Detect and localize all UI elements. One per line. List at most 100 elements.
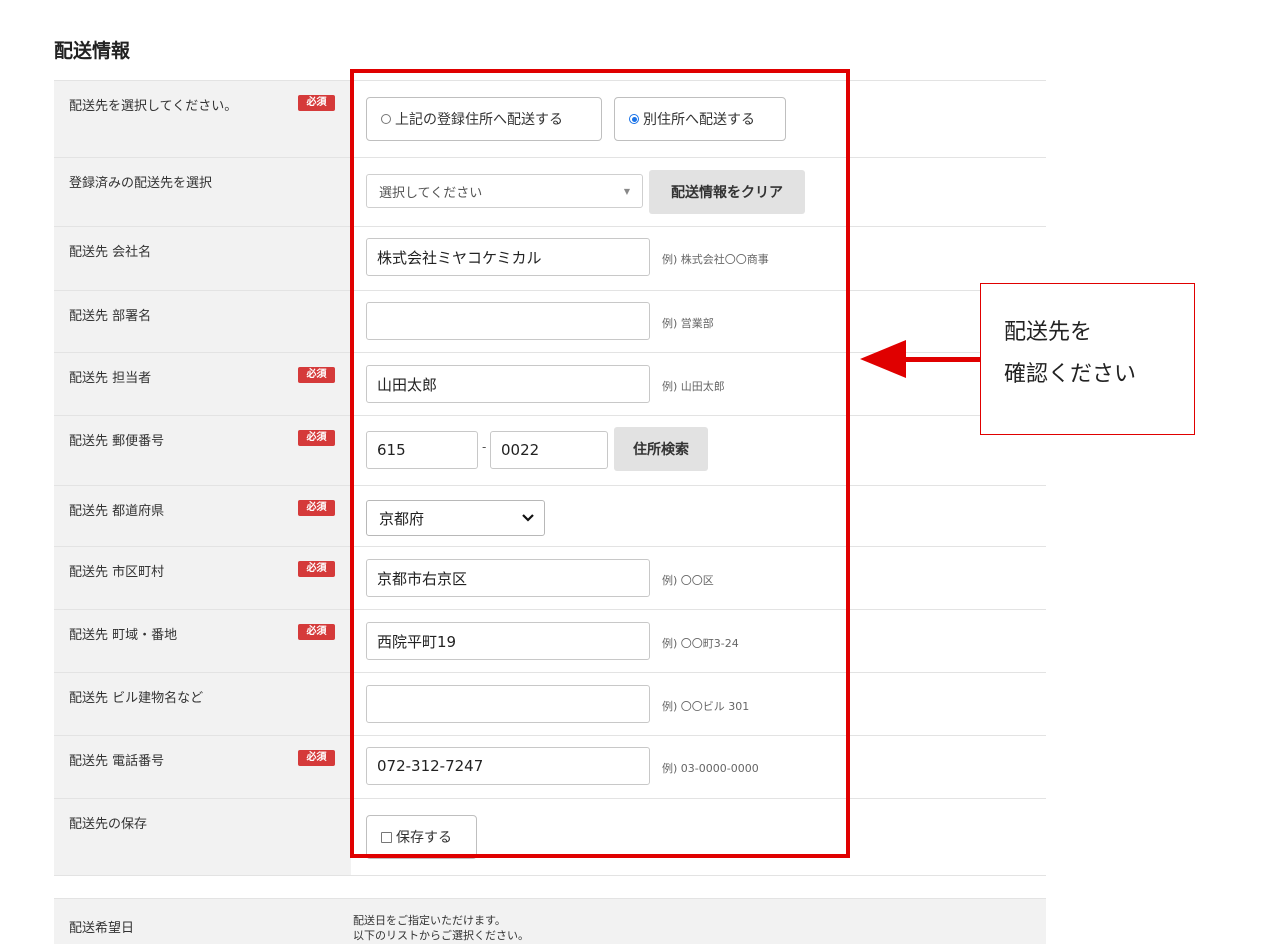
label-cell: 配送先 郵便番号 必須 <box>54 416 351 485</box>
row-prefecture: 配送先 都道府県 必須 京都府 <box>54 485 1046 546</box>
input-cell: 例) 〇〇区 <box>351 547 1046 609</box>
input-cell: 保存する <box>351 799 1046 875</box>
row-building: 配送先 ビル建物名など 例) 〇〇ビル 301 <box>54 672 1046 735</box>
input-cell: 上記の登録住所へ配送する 別住所へ配送する <box>351 81 1046 157</box>
field-hint: 例) 山田太郎 <box>662 380 725 393</box>
required-badge: 必須 <box>298 95 335 111</box>
input-cell: 例) 営業部 <box>351 291 1046 352</box>
checkbox-label: 保存する <box>396 830 452 846</box>
radio-checked-icon <box>629 114 639 124</box>
required-badge: 必須 <box>298 561 335 577</box>
radio-other-address[interactable]: 別住所へ配送する <box>614 97 786 141</box>
radio-label: 別住所へ配送する <box>643 112 755 128</box>
select-placeholder: 選択してください <box>379 185 483 201</box>
input-cell: 例) 株式会社〇〇商事 <box>351 227 1046 290</box>
department-input[interactable] <box>366 302 650 340</box>
postal-separator: - <box>482 440 487 454</box>
label-cell: 配送先 都道府県 必須 <box>54 486 351 546</box>
field-hint: 例) 03-0000-0000 <box>662 762 759 775</box>
row-company: 配送先 会社名 例) 株式会社〇〇商事 <box>54 226 1046 290</box>
input-cell: 例) 山田太郎 <box>351 353 1046 415</box>
registered-destination-select[interactable]: 選択してください ▼ <box>366 174 643 208</box>
label-cell: 配送先 電話番号 必須 <box>54 736 351 798</box>
field-label: 配送先 担当者 <box>69 371 152 386</box>
row-postal-code: 配送先 郵便番号 必須 - 住所検索 <box>54 415 1046 485</box>
prefecture-value: 京都府 <box>379 509 425 528</box>
label-cell: 配送先 部署名 <box>54 291 351 352</box>
field-hint: 例) 営業部 <box>662 317 714 330</box>
row-select-destination: 配送先を選択してください。 必須 上記の登録住所へ配送する 別住所へ配送する <box>54 80 1046 157</box>
radio-label: 上記の登録住所へ配送する <box>395 112 563 128</box>
input-cell: 例) 〇〇ビル 301 <box>351 673 1046 735</box>
arrow-line <box>898 357 981 362</box>
radio-registered-address[interactable]: 上記の登録住所へ配送する <box>366 97 602 141</box>
row-save-destination: 配送先の保存 保存する <box>54 798 1046 876</box>
field-label: 配送先 町域・番地 <box>69 628 178 643</box>
checkbox-unchecked-icon <box>381 831 392 843</box>
street-input[interactable] <box>366 622 650 660</box>
row-phone: 配送先 電話番号 必須 例) 03-0000-0000 <box>54 735 1046 798</box>
label-cell: 配送先を選択してください。 必須 <box>54 81 351 157</box>
field-label: 登録済みの配送先を選択 <box>69 176 213 191</box>
row-street: 配送先 町域・番地 必須 例) 〇〇町3-24 <box>54 609 1046 672</box>
callout-box: 配送先を 確認ください <box>980 283 1195 435</box>
shipping-form: 配送先を選択してください。 必須 上記の登録住所へ配送する 別住所へ配送する 登… <box>54 80 1046 944</box>
label-cell: 配送先 会社名 <box>54 227 351 290</box>
label-cell: 登録済みの配送先を選択 <box>54 158 351 226</box>
field-label: 配送先を選択してください。 <box>69 99 238 114</box>
prefecture-select[interactable]: 京都府 <box>366 500 545 536</box>
field-hint: 例) 〇〇区 <box>662 574 714 587</box>
label-cell: 配送先 ビル建物名など <box>54 673 351 735</box>
label-cell: 配送先 担当者 必須 <box>54 353 351 415</box>
row-city: 配送先 市区町村 必須 例) 〇〇区 <box>54 546 1046 609</box>
description-line: 以下のリストからご選択ください。 <box>353 929 529 942</box>
required-badge: 必須 <box>298 367 335 383</box>
input-cell: 京都府 <box>351 486 1046 546</box>
phone-input[interactable] <box>366 747 650 785</box>
field-label: 配送先 市区町村 <box>69 565 165 580</box>
required-badge: 必須 <box>298 430 335 446</box>
building-input[interactable] <box>366 685 650 723</box>
callout-line: 確認ください <box>1004 362 1137 387</box>
radio-unchecked-icon <box>381 114 391 124</box>
input-cell: 例) 03-0000-0000 <box>351 736 1046 798</box>
row-registered-destination: 登録済みの配送先を選択 選択してください ▼ 配送情報をクリア <box>54 157 1046 226</box>
description-line: 配送日をご指定いただけます。 <box>353 914 506 927</box>
callout-line: 配送先を <box>1004 320 1093 345</box>
postal-code-second-input[interactable] <box>490 431 608 469</box>
delivery-date-description: 配送日をご指定いただけます。 以下のリストからご選択ください。 <box>353 913 529 943</box>
input-cell: - 住所検索 <box>351 416 1046 485</box>
required-badge: 必須 <box>298 500 335 516</box>
field-label: 配送先 郵便番号 <box>69 434 165 449</box>
save-destination-checkbox[interactable]: 保存する <box>366 815 477 859</box>
required-badge: 必須 <box>298 624 335 640</box>
row-delivery-date: 配送希望日 配送日をご指定いただけます。 以下のリストからご選択ください。 <box>54 898 1046 944</box>
caret-down-icon: ▼ <box>623 186 630 196</box>
field-label: 配送先 ビル建物名など <box>69 691 204 706</box>
field-label: 配送先 会社名 <box>69 245 152 260</box>
company-input[interactable] <box>366 238 650 276</box>
label-cell: 配送希望日 配送日をご指定いただけます。 以下のリストからご選択ください。 <box>54 899 1046 944</box>
field-label: 配送先 都道府県 <box>69 504 165 519</box>
field-label: 配送先 電話番号 <box>69 754 165 769</box>
section-title: 配送情報 <box>54 40 131 62</box>
label-cell: 配送先 町域・番地 必須 <box>54 610 351 672</box>
postal-code-first-input[interactable] <box>366 431 478 469</box>
clear-shipping-button[interactable]: 配送情報をクリア <box>649 170 805 214</box>
field-label: 配送先の保存 <box>69 817 148 832</box>
label-cell: 配送先の保存 <box>54 799 351 875</box>
input-cell: 例) 〇〇町3-24 <box>351 610 1046 672</box>
field-label: 配送希望日 <box>69 921 135 936</box>
required-badge: 必須 <box>298 750 335 766</box>
field-hint: 例) 〇〇町3-24 <box>662 637 739 650</box>
chevron-down-icon <box>522 514 534 522</box>
input-cell: 選択してください ▼ 配送情報をクリア <box>351 158 1046 226</box>
field-hint: 例) 株式会社〇〇商事 <box>662 253 769 266</box>
field-hint: 例) 〇〇ビル 301 <box>662 700 750 713</box>
city-input[interactable] <box>366 559 650 597</box>
label-cell: 配送先 市区町村 必須 <box>54 547 351 609</box>
contact-person-input[interactable] <box>366 365 650 403</box>
field-label: 配送先 部署名 <box>69 309 152 324</box>
address-search-button[interactable]: 住所検索 <box>614 427 708 471</box>
